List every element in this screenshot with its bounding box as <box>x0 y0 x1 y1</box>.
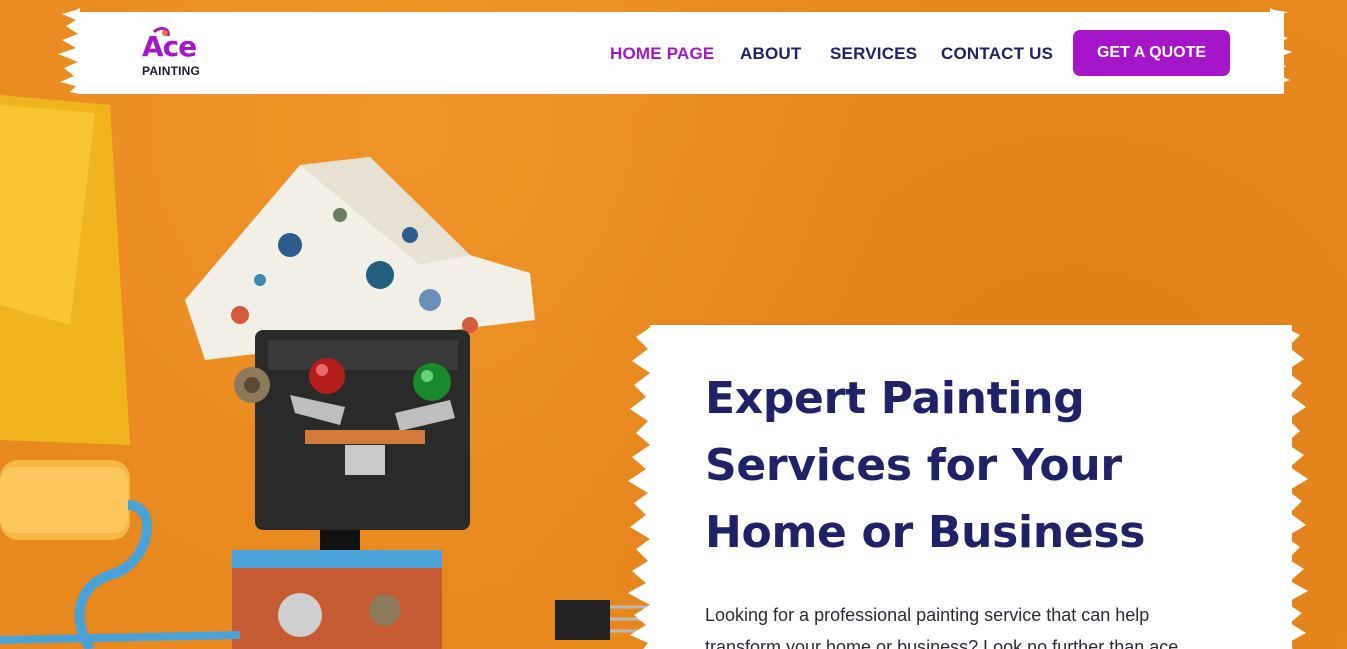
card-brush-edge-left <box>628 325 652 649</box>
nav-services[interactable]: SERVICES <box>830 44 917 64</box>
get-a-quote-button[interactable]: GET A QUOTE <box>1073 30 1230 76</box>
nav-about[interactable]: ABOUT <box>740 44 801 64</box>
hero-content-card: Expert Painting Services for Your Home o… <box>650 325 1292 649</box>
hero-description: Looking for a professional painting serv… <box>705 605 1179 649</box>
site-header: Ace PAINTING HOME PAGE ABOUT SERVICES CO… <box>78 12 1284 94</box>
nav-home-page[interactable]: HOME PAGE <box>610 44 714 64</box>
nav-contact-us[interactable]: CONTACT US <box>941 44 1053 64</box>
hero-title: Expert Painting Services for Your Home o… <box>705 373 1146 558</box>
hero-robot-illustration <box>0 95 650 649</box>
header-brush-edge-left <box>58 8 80 94</box>
page: Ace PAINTING HOME PAGE ABOUT SERVICES CO… <box>0 0 1347 649</box>
